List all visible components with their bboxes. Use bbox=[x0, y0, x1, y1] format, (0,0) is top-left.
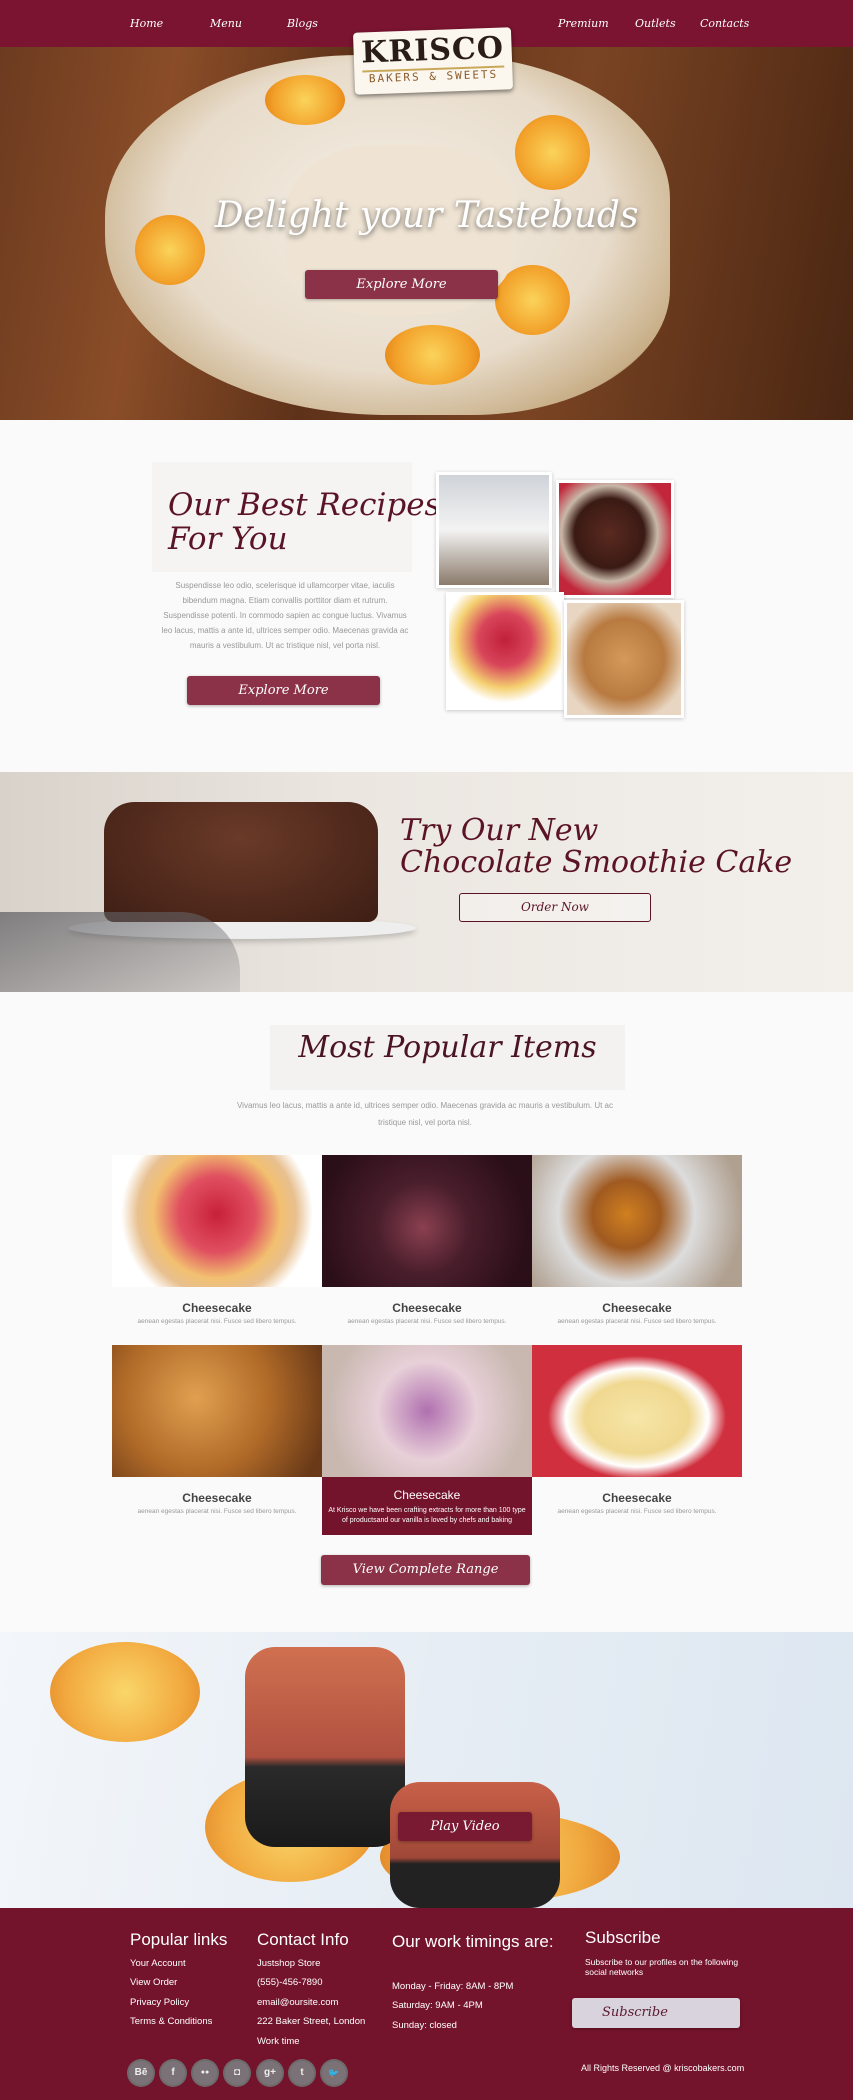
cake-image bbox=[556, 480, 674, 598]
item-title-3[interactable]: Cheesecake bbox=[532, 1301, 742, 1315]
footer-popular-heading: Popular links bbox=[130, 1930, 228, 1949]
item-title-1[interactable]: Cheesecake bbox=[112, 1301, 322, 1315]
hero-title: Delight your Tastebuds bbox=[214, 195, 639, 236]
timing-saturday: Saturday: 9AM - 4PM bbox=[392, 2000, 483, 2011]
order-now-button[interactable]: Order Now bbox=[459, 893, 651, 922]
logo-name: KRISCO bbox=[360, 30, 505, 71]
nav-outlets[interactable]: Outlets bbox=[635, 17, 676, 30]
footer-timings-heading: Our work timings are: bbox=[392, 1932, 554, 1951]
nav-contacts[interactable]: Contacts bbox=[700, 17, 749, 30]
item-desc-2: aenean egestas placerat nisi. Fusce sed … bbox=[347, 1318, 507, 1325]
bread-image bbox=[564, 600, 684, 718]
item-image-6[interactable] bbox=[532, 1345, 742, 1477]
behance-icon[interactable]: Bē bbox=[129, 2061, 153, 2085]
item-desc-3: aenean egestas placerat nisi. Fusce sed … bbox=[557, 1318, 717, 1325]
subscribe-text: Subscribe to our profiles on the followi… bbox=[585, 1957, 739, 1977]
view-complete-range-button[interactable]: View Complete Range bbox=[321, 1555, 530, 1585]
item-image-4[interactable] bbox=[112, 1345, 322, 1477]
copyright: All Rights Reserved @ kriscobakers.com bbox=[581, 2063, 745, 2073]
promo-title: Try Our New Chocolate Smoothie Cake bbox=[400, 815, 792, 879]
facebook-icon[interactable]: f bbox=[161, 2061, 185, 2085]
nav-premium[interactable]: Premium bbox=[558, 17, 609, 30]
item-image-3[interactable] bbox=[532, 1155, 742, 1287]
promo-title-line1: Try Our New bbox=[400, 813, 599, 848]
video-banner bbox=[0, 1632, 853, 1908]
chefs-image bbox=[436, 472, 552, 588]
chocolate-cake-image bbox=[104, 802, 378, 922]
item-image-5[interactable] bbox=[322, 1345, 532, 1477]
footer-subscribe-heading: Subscribe bbox=[585, 1928, 661, 1947]
contact-phone: (555)-456-7890 bbox=[257, 1977, 323, 1988]
item-title-2[interactable]: Cheesecake bbox=[322, 1301, 532, 1315]
subscribe-button[interactable]: Subscribe bbox=[572, 1998, 740, 2028]
footer-link-terms[interactable]: Terms & Conditions bbox=[130, 2016, 212, 2027]
recipes-title-line1: Our Best Recipes bbox=[168, 487, 441, 523]
recipes-title-line2: For You bbox=[168, 521, 288, 557]
recipes-explore-button[interactable]: Explore More bbox=[187, 676, 380, 705]
twitter-icon[interactable]: 🐦 bbox=[322, 2061, 346, 2085]
instagram-icon[interactable]: ◘ bbox=[225, 2061, 249, 2085]
promo-title-line2: Chocolate Smoothie Cake bbox=[400, 845, 793, 880]
item-desc-5: At Krisco we have been crafting extracts… bbox=[328, 1507, 526, 1524]
item-desc-4: aenean egestas placerat nisi. Fusce sed … bbox=[137, 1508, 297, 1515]
contact-store: Justshop Store bbox=[257, 1958, 321, 1969]
timing-weekdays: Monday - Friday: 8AM - 8PM bbox=[392, 1981, 514, 1992]
nav-blogs[interactable]: Blogs bbox=[287, 17, 318, 30]
item-title-6[interactable]: Cheesecake bbox=[532, 1491, 742, 1505]
hero-explore-button[interactable]: Explore More bbox=[305, 270, 498, 299]
flickr-icon[interactable]: ●● bbox=[193, 2061, 217, 2085]
item-desc-6: aenean egestas placerat nisi. Fusce sed … bbox=[557, 1508, 717, 1515]
nav-menu[interactable]: Menu bbox=[210, 17, 242, 30]
google-plus-icon[interactable]: g+ bbox=[258, 2061, 282, 2085]
item-title-5[interactable]: Cheesecake bbox=[322, 1488, 532, 1502]
timing-sunday: Sunday: closed bbox=[392, 2020, 457, 2031]
popular-title: Most Popular Items bbox=[298, 1030, 597, 1065]
contact-email[interactable]: email@oursite.com bbox=[257, 1997, 338, 2008]
recipes-title: Our Best Recipes For You bbox=[168, 488, 440, 556]
footer-contact-heading: Contact Info bbox=[257, 1930, 349, 1949]
recipes-text: Suspendisse leo odio, scelerisque id ull… bbox=[161, 581, 409, 650]
nav-home[interactable]: Home bbox=[130, 17, 163, 30]
play-video-button[interactable]: Play Video bbox=[398, 1812, 532, 1841]
footer-link-privacy[interactable]: Privacy Policy bbox=[130, 1997, 189, 2008]
logo[interactable]: KRISCO BAKERS & SWEETS bbox=[352, 27, 514, 95]
contact-address: 222 Baker Street, London bbox=[257, 2016, 366, 2027]
sushi-image bbox=[245, 1647, 405, 1847]
footer-link-order[interactable]: View Order bbox=[130, 1977, 177, 1988]
contact-worktime: Work time bbox=[257, 2036, 300, 2047]
popular-text: Vivamus leo lacus, mattis a ante id, ult… bbox=[236, 1101, 614, 1127]
promo-banner bbox=[0, 772, 853, 992]
tumblr-icon[interactable]: t bbox=[290, 2061, 314, 2085]
item-image-1[interactable] bbox=[112, 1155, 322, 1287]
item-title-4[interactable]: Cheesecake bbox=[112, 1491, 322, 1505]
tart-image bbox=[446, 592, 564, 710]
item-image-2[interactable] bbox=[322, 1155, 532, 1287]
item-desc-1: aenean egestas placerat nisi. Fusce sed … bbox=[137, 1318, 297, 1325]
footer-link-account[interactable]: Your Account bbox=[130, 1958, 186, 1969]
